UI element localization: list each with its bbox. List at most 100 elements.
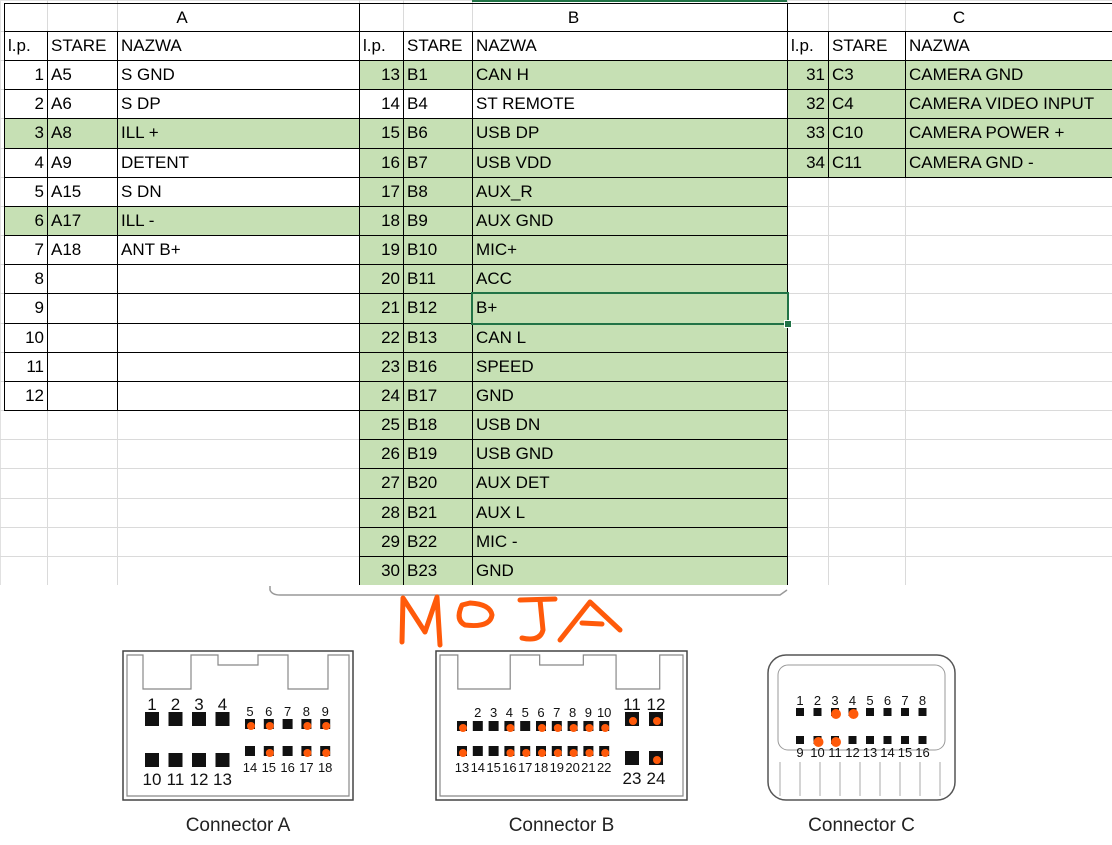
cell-lp[interactable]: 28 xyxy=(359,498,404,528)
cell-nazwa[interactable]: CAN L xyxy=(472,323,788,353)
cell-lp[interactable]: 1 xyxy=(4,60,48,90)
cell-stare[interactable]: B20 xyxy=(403,468,473,499)
cell-nazwa[interactable]: USB VDD xyxy=(472,148,788,178)
cell-lp[interactable]: 5 xyxy=(4,177,48,207)
fill-handle[interactable] xyxy=(784,320,792,328)
cell-stare[interactable]: A18 xyxy=(47,235,118,265)
cell-nazwa[interactable]: ACC xyxy=(472,264,788,294)
cell-nazwa[interactable]: CAMERA VIDEO INPUT xyxy=(905,89,1112,119)
cell-nazwa[interactable]: SPEED xyxy=(472,352,788,382)
cell-nazwa[interactable]: ILL - xyxy=(117,206,360,236)
cell-lp[interactable]: 21 xyxy=(359,293,404,324)
cell-lp[interactable]: 20 xyxy=(359,264,404,294)
cell-stare[interactable]: B21 xyxy=(403,498,473,528)
cell-nazwa[interactable]: DETENT xyxy=(117,148,360,178)
cell-lp[interactable]: 32 xyxy=(787,89,829,119)
cell-nazwa[interactable]: ANT B+ xyxy=(117,235,360,265)
cell-nazwa[interactable]: USB DP xyxy=(472,118,788,149)
cell-stare[interactable]: B23 xyxy=(403,556,473,586)
group-title-b[interactable]: B xyxy=(359,3,788,32)
cell-lp[interactable]: 18 xyxy=(359,206,404,236)
cell-lp[interactable]: 3 xyxy=(4,118,48,149)
cell-nazwa[interactable]: AUX_R xyxy=(472,177,788,207)
column-header-nazwa[interactable]: NAZWA xyxy=(905,31,1112,61)
cell-nazwa[interactable] xyxy=(117,323,360,353)
cell-stare[interactable]: B10 xyxy=(403,235,473,265)
cell-stare[interactable] xyxy=(47,264,118,294)
column-header-lp[interactable]: l.p. xyxy=(787,31,829,61)
cell-stare[interactable]: C10 xyxy=(828,118,906,149)
cell-stare[interactable]: B16 xyxy=(403,352,473,382)
cell-lp[interactable]: 11 xyxy=(4,352,48,382)
column-header-lp[interactable]: l.p. xyxy=(359,31,404,61)
cell-nazwa[interactable]: ST REMOTE xyxy=(472,89,788,119)
cell-lp[interactable]: 15 xyxy=(359,118,404,149)
cell-nazwa[interactable]: AUX DET xyxy=(472,468,788,499)
column-header-lp[interactable]: l.p. xyxy=(4,31,48,61)
cell-stare[interactable]: B18 xyxy=(403,410,473,440)
cell-nazwa[interactable]: S GND xyxy=(117,60,360,90)
cell-stare[interactable]: B6 xyxy=(403,118,473,149)
cell-nazwa[interactable]: S DP xyxy=(117,89,360,119)
cell-nazwa[interactable]: MIC+ xyxy=(472,235,788,265)
cell-lp[interactable]: 12 xyxy=(4,381,48,411)
column-header-stare[interactable]: STARE xyxy=(828,31,906,61)
cell-lp[interactable]: 6 xyxy=(4,206,48,236)
group-title-a[interactable]: A xyxy=(4,3,360,32)
cell-stare[interactable]: A15 xyxy=(47,177,118,207)
cell-nazwa[interactable]: GND xyxy=(472,556,788,586)
cell-lp[interactable]: 4 xyxy=(4,148,48,178)
cell-nazwa[interactable]: MIC - xyxy=(472,527,788,557)
column-header-nazwa[interactable]: NAZWA xyxy=(472,31,788,61)
cell-nazwa[interactable] xyxy=(117,293,360,324)
cell-stare[interactable] xyxy=(47,323,118,353)
cell-lp[interactable]: 34 xyxy=(787,148,829,178)
cell-stare[interactable]: B17 xyxy=(403,381,473,411)
cell-lp[interactable]: 14 xyxy=(359,89,404,119)
column-header-stare[interactable]: STARE xyxy=(47,31,118,61)
cell-stare[interactable] xyxy=(47,352,118,382)
cell-nazwa[interactable]: B+ xyxy=(471,292,789,325)
cell-nazwa[interactable]: USB DN xyxy=(472,410,788,440)
cell-lp[interactable]: 33 xyxy=(787,118,829,149)
cell-stare[interactable]: A17 xyxy=(47,206,118,236)
cell-stare[interactable]: B4 xyxy=(403,89,473,119)
cell-lp[interactable]: 25 xyxy=(359,410,404,440)
cell-stare[interactable]: C3 xyxy=(828,60,906,90)
cell-lp[interactable]: 22 xyxy=(359,323,404,353)
cell-stare[interactable]: B11 xyxy=(403,264,473,294)
cell-nazwa[interactable]: CAMERA POWER + xyxy=(905,118,1112,149)
cell-stare[interactable]: A6 xyxy=(47,89,118,119)
cell-nazwa[interactable]: CAN H xyxy=(472,60,788,90)
cell-lp[interactable]: 13 xyxy=(359,60,404,90)
cell-stare[interactable]: A9 xyxy=(47,148,118,178)
cell-nazwa[interactable] xyxy=(117,352,360,382)
cell-stare[interactable]: B13 xyxy=(403,323,473,353)
cell-stare[interactable]: B1 xyxy=(403,60,473,90)
cell-stare[interactable]: B22 xyxy=(403,527,473,557)
cell-stare[interactable]: A8 xyxy=(47,118,118,149)
cell-nazwa[interactable]: AUX L xyxy=(472,498,788,528)
cell-stare[interactable] xyxy=(47,293,118,324)
cell-nazwa[interactable]: S DN xyxy=(117,177,360,207)
cell-lp[interactable]: 8 xyxy=(4,264,48,294)
cell-lp[interactable]: 17 xyxy=(359,177,404,207)
cell-stare[interactable]: B8 xyxy=(403,177,473,207)
cell-nazwa[interactable]: USB GND xyxy=(472,439,788,469)
cell-nazwa[interactable]: CAMERA GND xyxy=(905,60,1112,90)
cell-lp[interactable]: 2 xyxy=(4,89,48,119)
cell-lp[interactable]: 26 xyxy=(359,439,404,469)
cell-lp[interactable]: 24 xyxy=(359,381,404,411)
cell-stare[interactable]: B12 xyxy=(403,293,473,324)
cell-lp[interactable]: 31 xyxy=(787,60,829,90)
cell-stare[interactable]: C4 xyxy=(828,89,906,119)
cell-lp[interactable]: 27 xyxy=(359,468,404,499)
cell-nazwa[interactable]: ILL + xyxy=(117,118,360,149)
cell-lp[interactable]: 10 xyxy=(4,323,48,353)
cell-stare[interactable]: A5 xyxy=(47,60,118,90)
cell-lp[interactable]: 16 xyxy=(359,148,404,178)
cell-nazwa[interactable]: AUX GND xyxy=(472,206,788,236)
cell-stare[interactable] xyxy=(47,381,118,411)
cell-lp[interactable]: 7 xyxy=(4,235,48,265)
column-header-nazwa[interactable]: NAZWA xyxy=(117,31,360,61)
